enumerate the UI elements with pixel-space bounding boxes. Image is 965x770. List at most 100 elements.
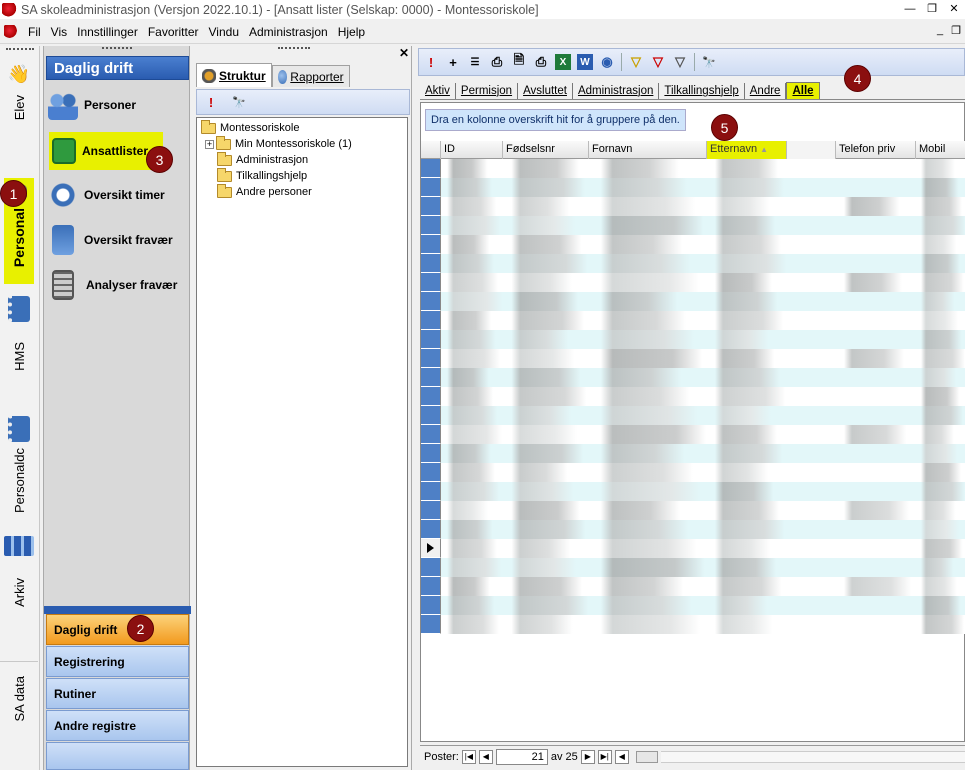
nav-button-overflow[interactable]	[46, 742, 189, 770]
funnel-icon[interactable]: ▽	[672, 54, 688, 70]
horizontal-scrollbar-track[interactable]	[660, 750, 965, 763]
nav-splitter[interactable]	[44, 606, 191, 614]
table-row[interactable]	[421, 596, 965, 615]
row-selector[interactable]	[421, 596, 441, 615]
exclamation-icon[interactable]: !	[203, 94, 219, 110]
table-row[interactable]	[421, 330, 965, 349]
row-selector[interactable]	[421, 387, 441, 406]
nav-button-rutiner[interactable]: Rutiner	[46, 678, 189, 709]
tree-node-andre-personer[interactable]: Andre personer	[217, 183, 312, 198]
mdi-minimize-icon[interactable]: _	[937, 24, 943, 37]
word-export-icon[interactable]: W	[577, 54, 593, 70]
table-row[interactable]	[421, 311, 965, 330]
current-record-input[interactable]: 21	[495, 748, 548, 765]
menu-administrasjon[interactable]: Administrasjon	[249, 25, 328, 39]
row-selector[interactable]	[421, 425, 441, 444]
print-preview-icon[interactable]: 🗎	[511, 52, 527, 70]
tree-node-administrasjon[interactable]: Administrasjon	[217, 151, 308, 166]
table-row[interactable]	[421, 235, 965, 254]
menu-vindu[interactable]: Vindu	[209, 25, 239, 39]
tab-alle[interactable]: Alle	[786, 82, 820, 99]
table-row[interactable]	[421, 368, 965, 387]
nav-item-oversikt-fravaer[interactable]: Oversikt fravær	[48, 221, 188, 259]
row-selector[interactable]	[421, 520, 441, 539]
table-row[interactable]	[421, 577, 965, 596]
column-header-fodselsnr[interactable]: Fødselsnr	[503, 141, 589, 159]
table-row[interactable]	[421, 444, 965, 463]
table-row[interactable]	[421, 482, 965, 501]
table-row[interactable]	[421, 520, 965, 539]
tab-tilkallingshjelp[interactable]: Tilkallingshjelp	[659, 83, 745, 99]
next-record-icon[interactable]: ▶	[580, 749, 595, 764]
row-selector[interactable]	[421, 273, 441, 292]
column-header-telefon-priv[interactable]: Telefon priv	[836, 141, 916, 159]
row-selector[interactable]	[421, 254, 441, 273]
print-icon[interactable]: ⎙	[489, 54, 505, 70]
module-tab-hms[interactable]: HMS	[0, 296, 38, 396]
table-row[interactable]	[421, 463, 965, 482]
row-selector[interactable]	[421, 349, 441, 368]
tab-aktiv[interactable]: Aktiv	[420, 83, 456, 99]
expand-icon[interactable]: +	[205, 139, 214, 149]
module-tab-arkiv[interactable]: Arkiv	[0, 536, 38, 636]
table-row[interactable]	[421, 197, 965, 216]
column-header-fornavn[interactable]: Fornavn	[589, 141, 707, 159]
table-row[interactable]	[421, 387, 965, 406]
row-selector[interactable]	[421, 463, 441, 482]
row-selector[interactable]	[421, 159, 441, 178]
column-header-mobil[interactable]: Mobil	[916, 141, 965, 159]
column-header-etternavn[interactable]: Etternavn ▲	[707, 141, 787, 159]
nav-item-oversikt-timer[interactable]: Oversikt timer	[48, 176, 188, 214]
nav-grip-handle[interactable]	[102, 47, 132, 50]
printer-setup-icon[interactable]: ⎙	[533, 54, 549, 70]
row-selector[interactable]	[421, 577, 441, 596]
edit-list-icon[interactable]: ☰	[467, 54, 483, 70]
table-row[interactable]	[421, 178, 965, 197]
previous-record-icon[interactable]: ◀	[478, 749, 493, 764]
horizontal-scrollbar-thumb[interactable]	[635, 750, 658, 763]
menu-hjelp[interactable]: Hjelp	[338, 25, 365, 39]
mdi-restore-icon[interactable]: ❐	[951, 24, 961, 37]
row-selector[interactable]	[421, 444, 441, 463]
exclamation-icon[interactable]: !	[423, 54, 439, 70]
find-binoculars-icon[interactable]: 🔭	[231, 94, 247, 110]
table-row[interactable]	[421, 216, 965, 235]
table-row[interactable]	[421, 159, 965, 178]
tab-avsluttet[interactable]: Avsluttet	[518, 83, 573, 99]
row-selector[interactable]	[421, 292, 441, 311]
table-row[interactable]	[421, 501, 965, 520]
tab-rapporter[interactable]: Rapporter	[271, 65, 350, 87]
menu-vis[interactable]: Vis	[51, 25, 67, 39]
close-icon[interactable]: ✕	[943, 0, 965, 18]
table-row[interactable]	[421, 558, 965, 577]
nav-item-personer[interactable]: Personer	[48, 86, 188, 124]
tree-grip-handle[interactable]	[278, 47, 310, 50]
row-selector[interactable]	[421, 235, 441, 254]
tree-node-min-montessoriskole[interactable]: + Min Montessoriskole (1)	[205, 135, 352, 150]
table-row[interactable]	[421, 539, 965, 558]
tree-node-tilkallingshjelp[interactable]: Tilkallingshjelp	[217, 167, 307, 182]
email-icon[interactable]: ◉	[599, 54, 615, 70]
tree-root[interactable]: Montessoriskole	[201, 119, 299, 134]
row-selector[interactable]	[421, 178, 441, 197]
row-selector[interactable]	[421, 501, 441, 520]
row-selector[interactable]	[421, 539, 441, 558]
menu-fil[interactable]: Fil	[28, 25, 41, 39]
nav-button-andre-registre[interactable]: Andre registre	[46, 710, 189, 741]
row-selector[interactable]	[421, 615, 441, 634]
grip-handle[interactable]	[6, 48, 34, 51]
row-selector[interactable]	[421, 482, 441, 501]
add-icon[interactable]: +	[445, 54, 461, 70]
menu-favoritter[interactable]: Favoritter	[148, 25, 199, 39]
find-binoculars-icon[interactable]: 🔭	[701, 54, 717, 70]
row-selector[interactable]	[421, 368, 441, 387]
row-selector[interactable]	[421, 197, 441, 216]
last-record-icon[interactable]: ▶|	[597, 749, 612, 764]
row-selector-header[interactable]	[421, 141, 441, 159]
row-selector[interactable]	[421, 330, 441, 349]
module-tab-elev[interactable]: 👋 Elev	[0, 64, 38, 164]
module-tab-personaldok[interactable]: Personaldc	[0, 416, 38, 526]
tab-permisjon[interactable]: Permisjon	[456, 83, 519, 99]
row-selector[interactable]	[421, 311, 441, 330]
tab-andre[interactable]: Andre	[745, 83, 787, 99]
